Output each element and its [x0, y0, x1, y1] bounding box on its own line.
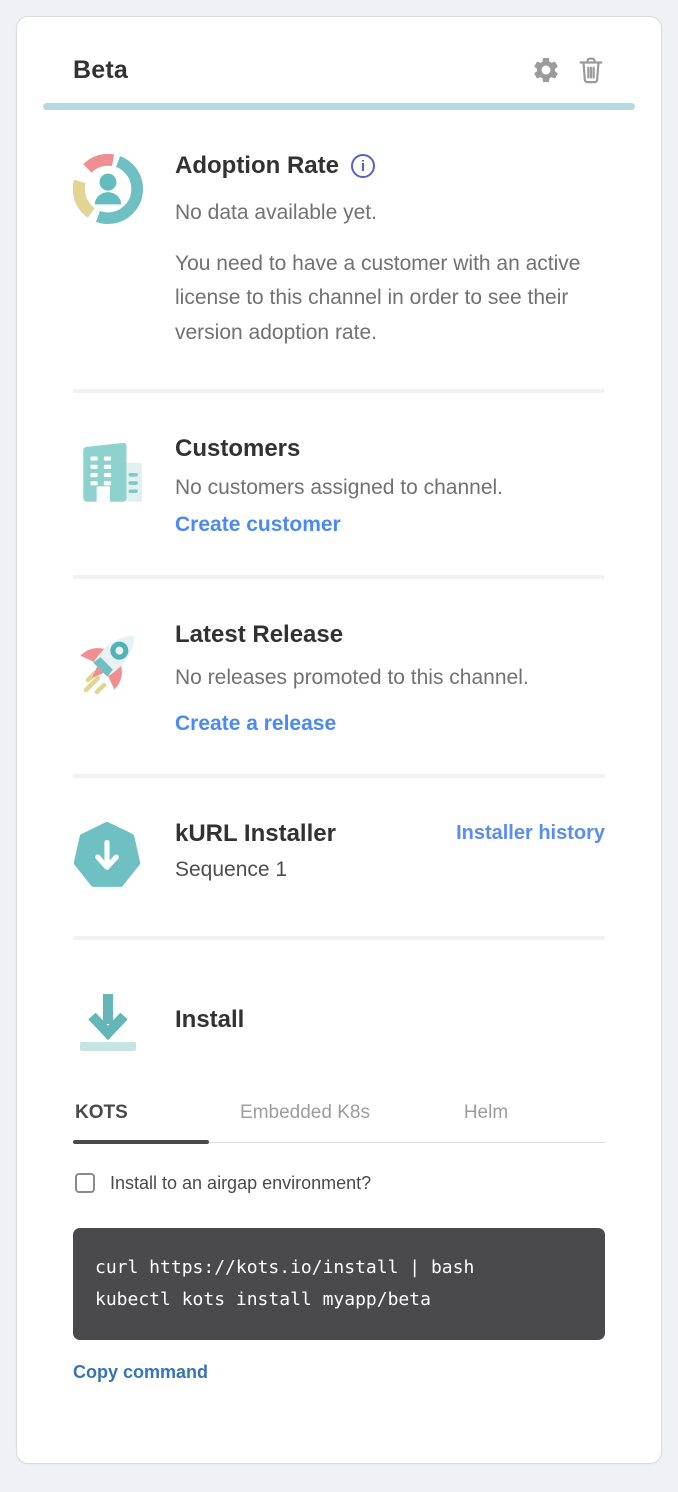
- install-tabs: KOTS Embedded K8s Helm: [73, 1096, 605, 1143]
- latest-release-title: Latest Release: [175, 621, 605, 649]
- install-command-block: curl https://kots.io/install | bashkubec…: [73, 1228, 605, 1340]
- gear-icon: [531, 55, 561, 85]
- section-kurl-installer: kURL Installer Installer history Sequenc…: [57, 778, 621, 936]
- tab-kots[interactable]: KOTS: [73, 1096, 209, 1142]
- install-header: Install: [57, 940, 621, 1056]
- airgap-checkbox[interactable]: [75, 1173, 95, 1193]
- channel-accent-bar: [43, 103, 635, 110]
- info-icon[interactable]: i: [351, 154, 375, 178]
- install-title: Install: [175, 1006, 244, 1034]
- card-header: Beta: [57, 53, 621, 85]
- adoption-donut-icon: [73, 152, 175, 224]
- release-empty-body: No releases promoted to this channel.: [175, 661, 605, 696]
- download-icon: [73, 984, 175, 1056]
- tab-embedded-k8s[interactable]: Embedded K8s: [209, 1096, 401, 1142]
- rocket-icon: [73, 621, 175, 703]
- section-latest-release: Latest Release No releases promoted to t…: [57, 579, 621, 774]
- create-release-link[interactable]: Create a release: [175, 712, 336, 736]
- header-actions: [531, 55, 605, 85]
- customers-title: Customers: [175, 435, 605, 463]
- adoption-empty-title: No data available yet.: [175, 196, 605, 231]
- installer-sequence: Sequence 1: [175, 858, 605, 882]
- customers-empty-body: No customers assigned to channel.: [175, 471, 605, 506]
- channel-card: Beta: [16, 16, 662, 1464]
- channel-title: Beta: [73, 56, 128, 85]
- airgap-label: Install to an airgap environment?: [110, 1173, 371, 1194]
- adoption-rate-title: Adoption Rate: [175, 152, 339, 180]
- adoption-empty-body: You need to have a customer with an acti…: [175, 247, 605, 351]
- command-line: kubectl kots install myapp/beta: [95, 1284, 583, 1316]
- section-adoption-rate: Adoption Rate i No data available yet. Y…: [57, 110, 621, 389]
- create-customer-link[interactable]: Create customer: [175, 513, 341, 537]
- section-customers: Customers No customers assigned to chann…: [57, 393, 621, 576]
- buildings-icon: [73, 435, 175, 509]
- channel-settings-button[interactable]: [531, 55, 561, 85]
- delete-channel-button[interactable]: [577, 55, 605, 85]
- command-line: curl https://kots.io/install | bash: [95, 1252, 583, 1284]
- trash-icon: [577, 55, 605, 85]
- kurl-heptagon-download-icon: [73, 820, 175, 890]
- adoption-rate-title-row: Adoption Rate i: [175, 152, 605, 180]
- tab-helm[interactable]: Helm: [401, 1096, 571, 1142]
- installer-history-link[interactable]: Installer history: [456, 822, 605, 845]
- airgap-option[interactable]: Install to an airgap environment?: [75, 1173, 605, 1194]
- copy-command-link[interactable]: Copy command: [73, 1362, 208, 1383]
- kurl-installer-title: kURL Installer: [175, 820, 336, 848]
